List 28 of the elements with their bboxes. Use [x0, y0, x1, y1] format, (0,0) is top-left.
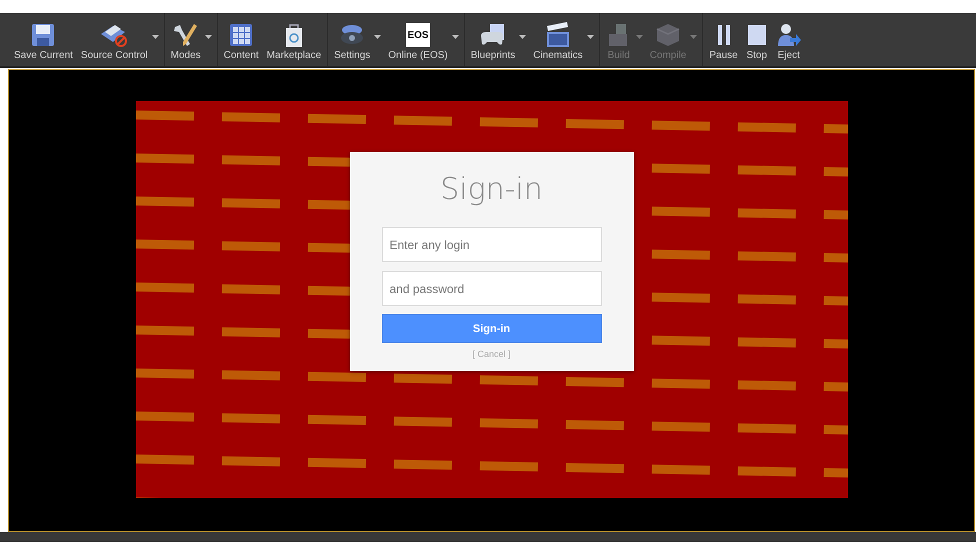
- caret-icon[interactable]: [374, 35, 382, 39]
- caret-icon[interactable]: [586, 35, 594, 39]
- caret-icon[interactable]: [152, 35, 159, 39]
- toolbar-button[interactable]: Marketplace: [262, 13, 326, 66]
- person-arrow-icon: [776, 22, 802, 48]
- login-field[interactable]: Enter any login: [382, 227, 602, 262]
- caret-icon[interactable]: [519, 35, 526, 39]
- password-field[interactable]: and password: [382, 271, 602, 306]
- toolbar-button[interactable]: Content: [220, 13, 263, 66]
- toolbar-button[interactable]: Stop: [742, 13, 772, 66]
- caret-icon[interactable]: [204, 35, 212, 39]
- toolbar-button[interactable]: Modes: [166, 13, 215, 66]
- wrench-pencil-icon: [172, 22, 200, 48]
- file-tray-icon: [99, 22, 130, 48]
- toolbar-button[interactable]: Settings: [330, 13, 384, 66]
- cube-icon: [655, 22, 682, 48]
- caret-icon[interactable]: [452, 35, 459, 39]
- toolbar-button[interactable]: Blueprints: [466, 13, 530, 66]
- toolbar-button[interactable]: Pause: [705, 13, 742, 66]
- toolbar-button[interactable]: Save Current: [10, 13, 77, 66]
- toolbar-button[interactable]: Cinematics: [529, 13, 597, 66]
- dialog-title: Sign-in: [440, 172, 543, 207]
- toolbar-button[interactable]: Eject: [772, 13, 806, 66]
- toolbar-button[interactable]: EOS Online (EOS): [384, 13, 462, 66]
- stop-icon: [746, 22, 768, 48]
- toolbar-button[interactable]: Source Control: [76, 13, 162, 66]
- eos-icon: EOS: [406, 23, 430, 47]
- grid-icon: [228, 22, 254, 48]
